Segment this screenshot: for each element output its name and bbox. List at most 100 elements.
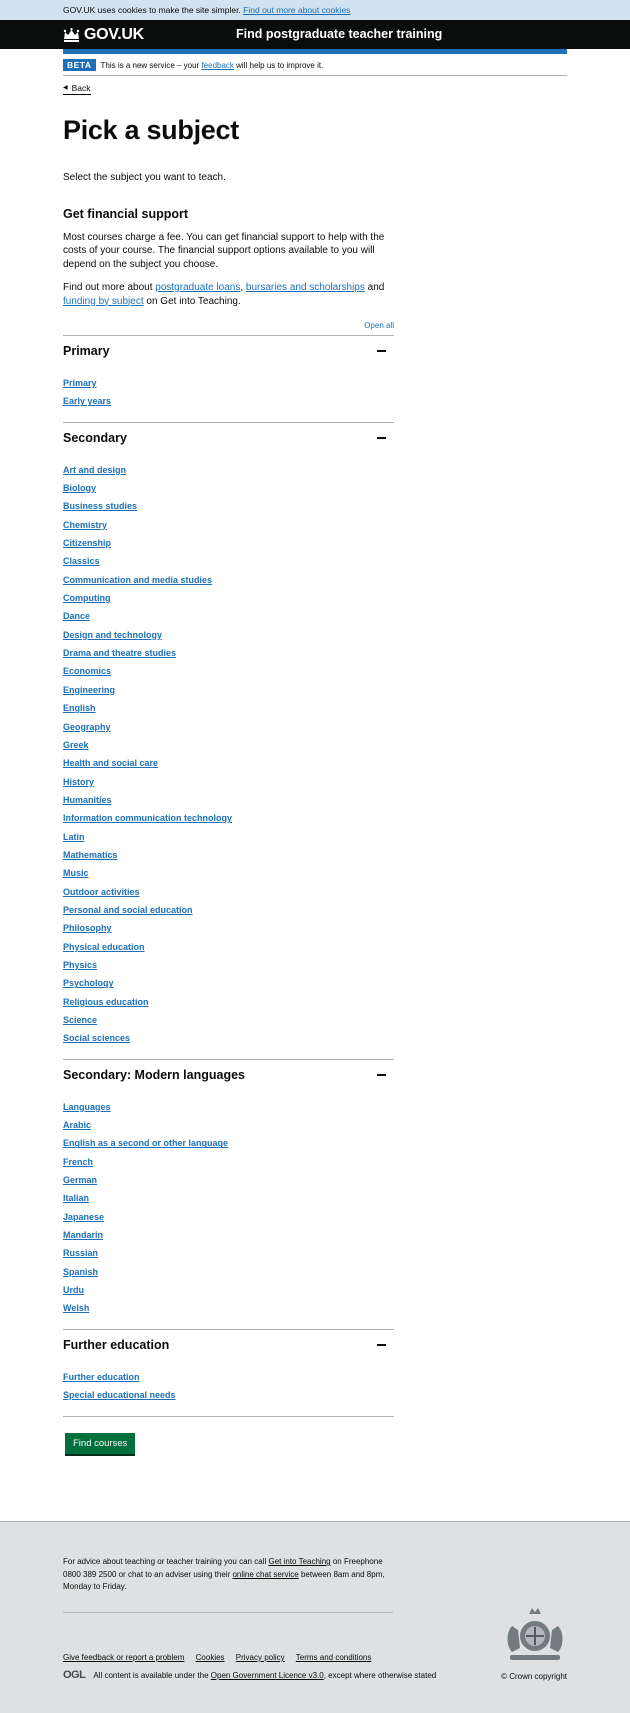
get-into-teaching-link[interactable]: Get into Teaching (268, 1557, 330, 1566)
open-all-button[interactable]: Open all (364, 321, 394, 330)
subject-link[interactable]: Italian (63, 1189, 394, 1207)
subject-link[interactable]: Engineering (63, 681, 394, 699)
subject-link[interactable]: Mandarin (63, 1226, 394, 1244)
subject-link[interactable]: Dance (63, 607, 394, 625)
footer-advice: For advice about teaching or teacher tra… (63, 1556, 393, 1594)
footer-link-terms[interactable]: Terms and conditions (296, 1653, 372, 1662)
minus-icon[interactable] (377, 1073, 386, 1076)
back-link[interactable]: ◀ Back (63, 83, 91, 95)
subject-link[interactable]: Science (63, 1011, 394, 1029)
subject-link[interactable]: Psychology (63, 974, 394, 992)
subject-link[interactable]: French (63, 1153, 394, 1171)
accordion-section-header[interactable]: Further education (63, 1330, 394, 1358)
subject-link[interactable]: Computing (63, 589, 394, 607)
bursaries-link[interactable]: bursaries and scholarships (246, 282, 365, 293)
subject-link[interactable]: English (63, 699, 394, 717)
accordion-section-secondary-modern-languages: Secondary: Modern languages Languages Arab… (63, 1058, 394, 1329)
find-out-more-para: Find out more about postgraduate loans, … (63, 281, 393, 308)
advice-text-1: For advice about teaching or teacher tra… (63, 1557, 267, 1566)
subject-link[interactable]: Classics (63, 552, 394, 570)
accordion-section-title: Primary (63, 344, 110, 358)
govuk-logo[interactable]: GOV.UK (63, 26, 144, 44)
subject-link[interactable]: Music (63, 864, 394, 882)
footer-link-privacy[interactable]: Privacy policy (236, 1653, 285, 1662)
subject-link[interactable]: Art and design (63, 461, 394, 479)
subject-link[interactable]: Citizenship (63, 534, 394, 552)
feedback-link[interactable]: feedback (201, 61, 233, 70)
page-title: Pick a subject (63, 114, 239, 145)
subject-link[interactable]: German (63, 1171, 394, 1189)
subject-link[interactable]: Religious education (63, 993, 394, 1011)
footer-link-feedback[interactable]: Give feedback or report a problem (63, 1653, 184, 1662)
subject-link[interactable]: Arabic (63, 1116, 394, 1134)
accordion-section-header[interactable]: Secondary (63, 423, 394, 451)
subject-link[interactable]: Design and technology (63, 626, 394, 644)
accordion-section-header[interactable]: Secondary: Modern languages (63, 1060, 394, 1088)
subject-link[interactable]: Languages (63, 1098, 394, 1116)
accordion-section-content: Art and design Biology Business studies Che… (63, 451, 394, 1059)
subject-link[interactable]: Physical education (63, 938, 394, 956)
minus-icon[interactable] (377, 350, 386, 352)
subject-link[interactable]: Latin (63, 828, 394, 846)
financial-support-heading: Get financial support (63, 206, 189, 221)
accordion-section-content: Primary Early years (63, 364, 394, 422)
accordion-section-content: Languages Arabic English as a second or ot… (63, 1088, 394, 1329)
accordion-section-primary: Primary Primary Early years (63, 335, 394, 422)
ogl-link[interactable]: Open Government Licence v3.0 (211, 1671, 324, 1680)
subject-link[interactable]: Outdoor activities (63, 883, 394, 901)
accordion-section-title: Secondary (63, 430, 127, 445)
subject-link[interactable]: Economics (63, 662, 394, 680)
phase-text-before: This is a new service – your (100, 60, 200, 70)
crown-copyright-link[interactable]: © Crown copyright (501, 1672, 567, 1681)
postgraduate-loans-link[interactable]: postgraduate loans (155, 282, 240, 293)
more-suffix: on Get into Teaching. (146, 295, 241, 307)
subject-link[interactable]: Health and social care (63, 754, 394, 772)
minus-icon[interactable] (377, 1343, 386, 1346)
subject-link[interactable]: Mathematics (63, 846, 394, 864)
subject-link[interactable]: Social sciences (63, 1029, 394, 1047)
subject-link[interactable]: Greek (63, 736, 394, 754)
subject-link[interactable]: Spanish (63, 1263, 394, 1281)
cookie-banner: GOV.UK uses cookies to make the site sim… (0, 0, 630, 20)
subject-link[interactable]: Communication and media studies (63, 571, 394, 589)
subject-link[interactable]: Early years (63, 392, 394, 410)
main-content: ◀ Back Pick a subject Select the subject… (63, 76, 567, 1454)
beta-tag: BETA (63, 59, 96, 71)
subject-link[interactable]: Information communication technology (63, 809, 394, 827)
footer-divider (63, 1612, 393, 1613)
royal-coat-of-arms-icon (502, 1608, 568, 1668)
find-courses-button[interactable]: Find courses (65, 1432, 136, 1454)
cookie-link[interactable]: Find out more about cookies (243, 5, 350, 15)
subject-link[interactable]: Physics (63, 956, 394, 974)
subject-link[interactable]: Russian (63, 1244, 394, 1262)
subject-link[interactable]: Geography (63, 718, 394, 736)
subject-link[interactable]: Urdu (63, 1281, 394, 1299)
more-prefix: Find out more about (63, 282, 153, 293)
accordion-section-header[interactable]: Primary (63, 336, 394, 364)
subject-link[interactable]: Business studies (63, 497, 394, 515)
footer-licence: OGL All content is available under the O… (63, 1669, 436, 1681)
crown-icon (63, 28, 80, 42)
minus-icon[interactable] (377, 436, 386, 439)
service-name[interactable]: Find postgraduate teacher training (236, 27, 442, 41)
subject-link[interactable]: Welsh (63, 1299, 394, 1317)
subject-link[interactable]: History (63, 773, 394, 791)
online-chat-link[interactable]: online chat service (232, 1570, 298, 1579)
back-link-label: Back (71, 82, 91, 93)
subject-link[interactable]: Biology (63, 479, 394, 497)
subject-link[interactable]: English as a second or other language (63, 1134, 394, 1152)
subject-link[interactable]: Chemistry (63, 516, 394, 534)
subject-link[interactable]: Philosophy (63, 919, 394, 937)
subject-link[interactable]: Humanities (63, 791, 394, 809)
subject-link[interactable]: Special educational needs (63, 1386, 394, 1404)
page-lead: Select the subject you want to teach. (63, 171, 226, 183)
funding-link[interactable]: funding by subject (63, 296, 144, 307)
footer-link-cookies[interactable]: Cookies (196, 1653, 225, 1662)
subject-link[interactable]: Further education (63, 1368, 394, 1386)
phase-text-after: will help us to improve it. (236, 60, 324, 70)
subject-link[interactable]: Drama and theatre studies (63, 644, 394, 662)
subject-link[interactable]: Japanese (63, 1208, 394, 1226)
subject-link[interactable]: Personal and social education (63, 901, 394, 919)
subject-link[interactable]: Primary (63, 374, 394, 392)
cookie-text: GOV.UK uses cookies to make the site sim… (63, 5, 241, 15)
